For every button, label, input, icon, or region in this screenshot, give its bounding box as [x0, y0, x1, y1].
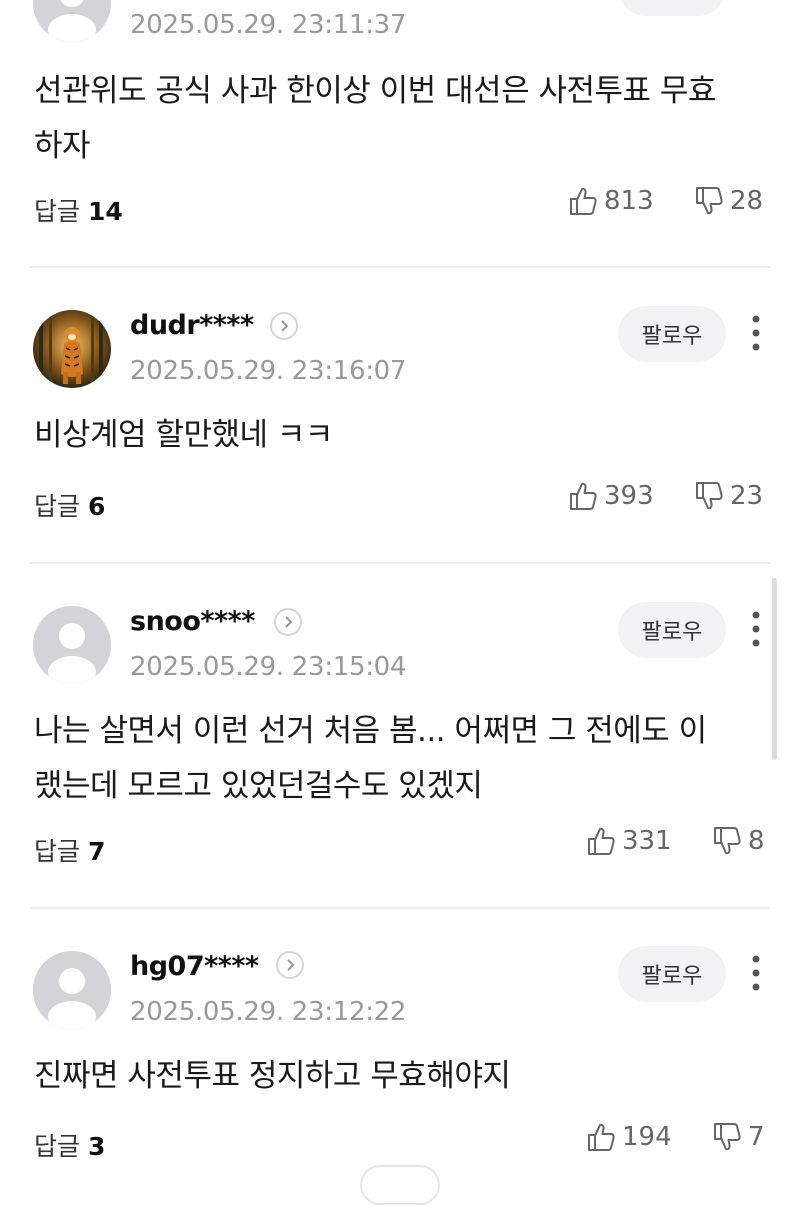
like-count: 194: [622, 1122, 672, 1152]
comment-timestamp: 2025.05.29. 23:11:37: [130, 10, 407, 40]
profile-arrow-button[interactable]: [270, 312, 298, 340]
reply-label: 답글: [34, 1132, 81, 1161]
thumbs-down-icon: [696, 187, 723, 215]
reply-button[interactable]: 답글 6: [34, 487, 105, 523]
default-avatar-icon: [33, 606, 111, 684]
dislike-count: 23: [730, 481, 764, 511]
reply-count: 6: [87, 492, 106, 521]
thumbs-up-icon: [570, 482, 597, 510]
default-avatar-icon: [33, 0, 111, 42]
thumbs-down-icon: [696, 482, 723, 510]
comment-body: 나는 살면서 이런 선거 처음 봄... 어쩌면 그 전에도 이랬는데 모르고 …: [34, 713, 707, 804]
comment-timestamp: 2025.05.29. 23:12:22: [130, 997, 407, 1027]
more-options-button[interactable]: [742, 609, 770, 649]
more-vertical-icon: [752, 0, 760, 20]
username[interactable]: dudr****: [130, 310, 254, 341]
dislike-button[interactable]: 8: [712, 826, 765, 856]
username[interactable]: hg07****: [130, 951, 259, 982]
comment-timestamp: 2025.05.29. 23:16:07: [130, 356, 407, 386]
default-avatar-icon: [33, 951, 111, 1029]
like-button[interactable]: 393: [568, 481, 654, 511]
comment-item: snoo**** 2025.05.29. 23:15:04 팔로우 나는 살면서…: [0, 564, 800, 908]
reply-count: 3: [87, 1132, 106, 1161]
reply-label: 답글: [34, 837, 81, 866]
reply-label: 답글: [34, 197, 81, 226]
like-button[interactable]: 813: [568, 186, 654, 216]
chevron-right-icon: [287, 959, 295, 971]
follow-button[interactable]: 팔로우: [618, 306, 726, 362]
dislike-button[interactable]: 23: [694, 481, 763, 511]
avatar[interactable]: [33, 310, 111, 388]
profile-arrow-button[interactable]: [274, 608, 302, 636]
reply-button[interactable]: 답글 7: [34, 832, 105, 868]
thumbs-down-icon: [714, 827, 741, 855]
follow-button[interactable]: 팔로우: [618, 602, 726, 658]
like-button[interactable]: 331: [586, 826, 672, 856]
comment-body: 진짜면 사전투표 정지하고 무효해야지: [34, 1058, 511, 1094]
more-vertical-icon: [752, 955, 760, 991]
scroll-top-button[interactable]: [360, 1165, 440, 1205]
dislike-count: 28: [730, 186, 764, 216]
comment-item: hg07**** 2025.05.29. 23:12:22 팔로우 진짜면 사전…: [0, 909, 800, 1185]
like-button[interactable]: 194: [586, 1122, 672, 1152]
chevron-right-icon: [281, 320, 289, 332]
follow-button-partial[interactable]: [618, 0, 726, 16]
more-options-button[interactable]: [742, 953, 770, 993]
thumbs-up-icon: [570, 187, 597, 215]
comment-body: 비상계엄 할만했네 ㅋㅋ: [34, 417, 333, 453]
more-options-button[interactable]: [742, 0, 770, 20]
scrollbar[interactable]: [772, 578, 777, 760]
avatar[interactable]: [33, 951, 111, 1029]
reply-button[interactable]: 답글 14: [34, 192, 123, 228]
like-count: 393: [604, 481, 654, 511]
more-options-button[interactable]: [742, 313, 770, 353]
comment-timestamp: 2025.05.29. 23:15:04: [130, 652, 407, 682]
avatar[interactable]: [33, 606, 111, 684]
reply-count: 7: [87, 837, 106, 866]
comment-item: 2025.05.29. 23:11:37 선관위도 공식 사과 한이상 이번 대…: [0, 0, 800, 268]
like-count: 331: [622, 826, 672, 856]
comment-item: dudr**** 2025.05.29. 23:16:07 팔로우 비상계엄 할…: [0, 268, 800, 563]
thumbs-down-icon: [714, 1123, 741, 1151]
tiger-avatar-icon: [33, 310, 111, 388]
dislike-button[interactable]: 7: [712, 1122, 765, 1152]
like-count: 813: [604, 186, 654, 216]
reply-count: 14: [87, 197, 123, 226]
dislike-count: 7: [748, 1122, 765, 1152]
dislike-count: 8: [748, 826, 765, 856]
follow-button[interactable]: 팔로우: [618, 946, 726, 1002]
reply-label: 답글: [34, 492, 81, 521]
chevron-right-icon: [285, 616, 293, 628]
comment-body: 선관위도 공식 사과 한이상 이번 대선은 사전투표 무효하자: [34, 73, 716, 164]
username[interactable]: snoo****: [130, 606, 255, 637]
thumbs-up-icon: [588, 1123, 615, 1151]
profile-arrow-button[interactable]: [276, 951, 304, 979]
reply-button[interactable]: 답글 3: [34, 1127, 105, 1163]
thumbs-up-icon: [588, 827, 615, 855]
avatar[interactable]: [33, 0, 111, 42]
dislike-button[interactable]: 28: [694, 186, 763, 216]
more-vertical-icon: [752, 611, 760, 647]
more-vertical-icon: [752, 315, 760, 351]
